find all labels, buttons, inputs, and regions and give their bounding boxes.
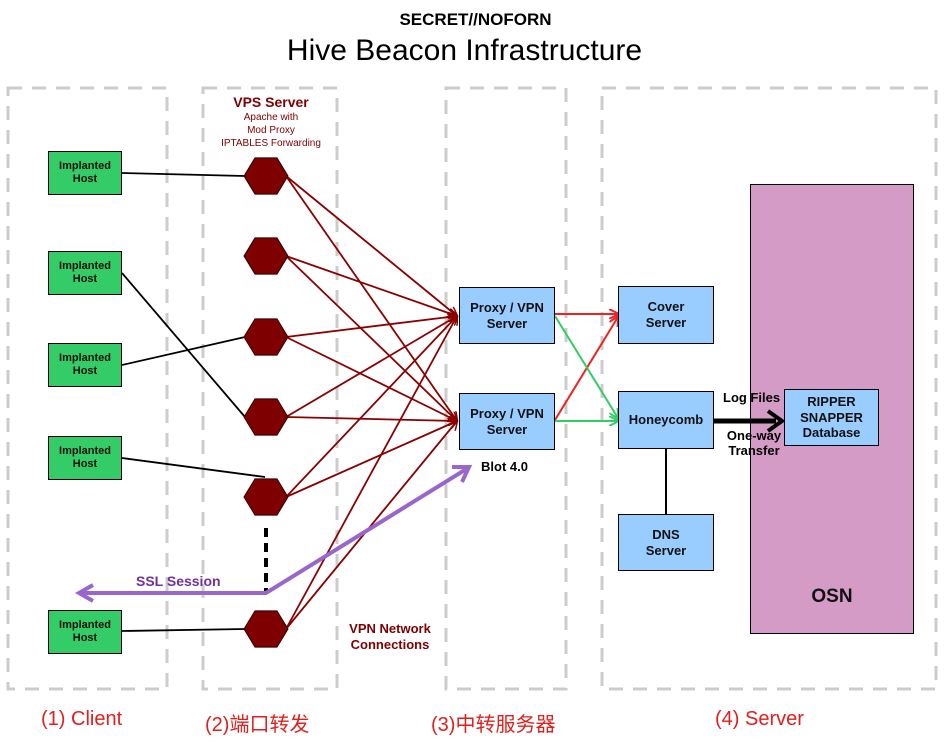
host-label: Implanted Host xyxy=(59,618,111,644)
dns-server-label: DNS Server xyxy=(645,526,687,558)
implanted-host-5[interactable]: Implanted Host xyxy=(48,610,122,654)
implanted-host-3[interactable]: Implanted Host xyxy=(48,343,122,387)
column-label-client: (1) Client xyxy=(41,708,123,730)
cover-server-label: Cover Server xyxy=(645,299,687,330)
implanted-host-4[interactable]: Implanted Host xyxy=(48,436,122,480)
ripper-snapper-database[interactable]: RIPPER SNAPPER Database xyxy=(784,389,879,446)
log-transfer-layer xyxy=(713,409,786,433)
honeycomb-label: Honeycomb xyxy=(628,412,704,428)
ssl-session-label: SSL Session xyxy=(136,573,221,589)
column-label-relay: (3)中转服务器 xyxy=(431,714,556,736)
implanted-host-2[interactable]: Implanted Host xyxy=(48,251,122,295)
column-label-server: (4) Server xyxy=(715,708,804,730)
blot-label: Blot 4.0 xyxy=(481,459,528,474)
cover-server[interactable]: Cover Server xyxy=(618,286,714,344)
host-label: Implanted Host xyxy=(59,444,111,470)
honeycomb-server[interactable]: Honeycomb xyxy=(618,391,714,449)
ripper-label: RIPPER SNAPPER Database xyxy=(800,394,863,441)
proxy-vpn-server-1[interactable]: Proxy / VPN Server xyxy=(459,287,555,344)
proxy-label: Proxy / VPN Server xyxy=(470,299,544,331)
one-way-transfer-label: One-way Transfer xyxy=(726,428,782,458)
implanted-host-1[interactable]: Implanted Host xyxy=(48,151,122,195)
proxy-vpn-server-2[interactable]: Proxy / VPN Server xyxy=(459,393,555,450)
host-label: Implanted Host xyxy=(59,159,111,185)
dns-server[interactable]: DNS Server xyxy=(618,514,714,571)
proxy-label: Proxy / VPN Server xyxy=(470,405,544,437)
vps-server-title: VPS Server xyxy=(233,94,309,110)
host-label: Implanted Host xyxy=(59,351,111,377)
log-files-label: Log Files xyxy=(723,390,781,405)
vps-server-subtitle: Apache with Mod Proxy IPTABLES Forwardin… xyxy=(221,112,321,149)
column-label-port-forward: (2)端口转发 xyxy=(205,714,310,736)
host-label: Implanted Host xyxy=(59,259,111,285)
vpn-network-label: VPN Network Connections xyxy=(349,621,431,652)
